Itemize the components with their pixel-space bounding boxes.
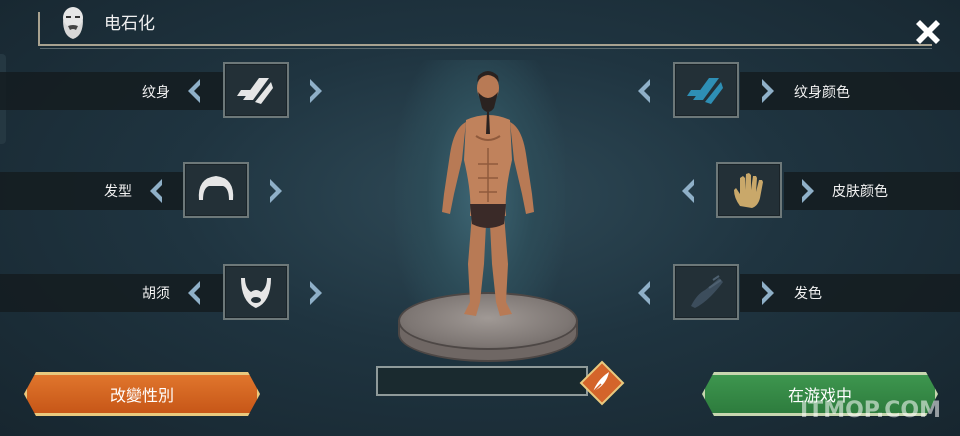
- tattoo-rune-icon: [687, 78, 723, 104]
- chevron-right-icon: [762, 281, 774, 305]
- chevron-left-icon: [682, 179, 694, 203]
- option-label-tattoo: 纹身: [142, 85, 170, 101]
- beard-tile[interactable]: [223, 264, 289, 320]
- chevron-left-icon: [188, 281, 200, 305]
- chevron-right-icon: [310, 281, 322, 305]
- chevron-left-icon: [638, 79, 650, 103]
- option-label-skin-color: 皮肤颜色: [832, 184, 888, 200]
- edit-name-button[interactable]: [579, 360, 625, 406]
- chevron-left-icon: [150, 179, 162, 203]
- hairstyle-icon: [198, 176, 234, 200]
- chevron-right-icon: [762, 79, 774, 103]
- watermark: ITMOP.COM: [800, 398, 941, 423]
- tattoo-color-tile[interactable]: [673, 62, 739, 118]
- skin-color-next-button[interactable]: [796, 176, 820, 206]
- tattoo-color-prev-button[interactable]: [632, 76, 656, 106]
- hair-braid-icon: [691, 275, 723, 308]
- chevron-right-icon: [270, 179, 282, 203]
- name-input[interactable]: [376, 366, 588, 396]
- skin-color-prev-button[interactable]: [676, 176, 700, 206]
- option-label-hairstyle: 发型: [104, 184, 132, 200]
- tattoo-tile[interactable]: [223, 62, 289, 118]
- chevron-left-icon: [188, 79, 200, 103]
- skin-color-tile[interactable]: [716, 162, 782, 218]
- change-gender-button[interactable]: 改變性別: [24, 372, 260, 416]
- chevron-right-icon: [310, 79, 322, 103]
- character-model[interactable]: [432, 64, 544, 330]
- option-label-tattoo-color: 纹身颜色: [794, 85, 850, 101]
- beard-prev-button[interactable]: [182, 278, 206, 308]
- hairstyle-prev-button[interactable]: [144, 176, 168, 206]
- chevron-right-icon: [802, 179, 814, 203]
- tattoo-color-next-button[interactable]: [756, 76, 780, 106]
- quill-icon: [579, 360, 625, 406]
- title-frame: [38, 12, 932, 49]
- hair-color-prev-button[interactable]: [632, 278, 656, 308]
- title-bar: 电石化: [0, 0, 960, 50]
- hairstyle-tile[interactable]: [183, 162, 249, 218]
- hair-color-tile[interactable]: [673, 264, 739, 320]
- beard-icon: [241, 278, 271, 308]
- close-icon: [916, 20, 940, 44]
- hand-icon: [734, 173, 763, 208]
- hairstyle-next-button[interactable]: [264, 176, 288, 206]
- hair-color-next-button[interactable]: [756, 278, 780, 308]
- bearded-face-icon: [58, 6, 88, 40]
- option-label-beard: 胡须: [142, 286, 170, 302]
- tattoo-prev-button[interactable]: [182, 76, 206, 106]
- chevron-left-icon: [638, 281, 650, 305]
- tattoo-rune-icon: [237, 78, 273, 104]
- tattoo-next-button[interactable]: [304, 76, 328, 106]
- beard-next-button[interactable]: [304, 278, 328, 308]
- option-label-hair-color: 发色: [794, 286, 822, 302]
- page-title: 电石化: [104, 14, 155, 34]
- close-button[interactable]: [906, 10, 950, 54]
